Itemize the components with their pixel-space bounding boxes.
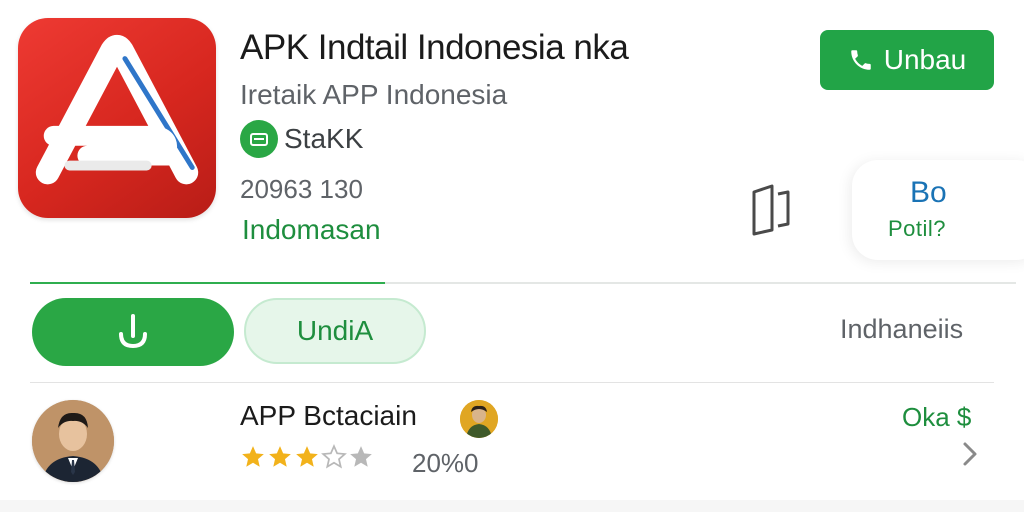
app-title: APK Indtail Indonesia nka	[240, 28, 629, 67]
star-filled-icon	[269, 446, 291, 467]
call-button-label: Unbau	[883, 44, 967, 75]
info-card[interactable]	[852, 160, 1024, 260]
download-count: 20963 130	[240, 174, 363, 204]
review-status: Oka $	[902, 402, 972, 432]
download-arrow-icon	[119, 314, 147, 349]
star-filled-icon	[242, 446, 264, 467]
info-card-subtitle: Potil?	[888, 216, 947, 241]
reviewer-mini-avatar	[460, 400, 498, 438]
phone-icon	[850, 50, 871, 70]
review-title: APP Bctaciain	[240, 400, 417, 431]
download-progress-bar	[30, 282, 1016, 284]
rating-stars	[240, 444, 374, 470]
bottom-strip	[0, 500, 1024, 512]
star-outline-icon	[321, 444, 347, 469]
avatar[interactable]	[32, 400, 114, 482]
info-card-title: Bo	[910, 176, 947, 209]
download-progress-fill	[30, 282, 385, 284]
star-empty-icon	[350, 446, 372, 467]
section-divider	[30, 382, 994, 383]
developer-badge-icon	[240, 120, 278, 158]
developer-name: StaKK	[284, 123, 364, 154]
app-subtitle: Iretaik APP Indonesia	[240, 79, 508, 110]
rating-text: 20%0	[412, 448, 479, 478]
download-button[interactable]	[32, 298, 234, 366]
star-filled-icon	[296, 446, 318, 467]
book-icon[interactable]	[748, 180, 796, 236]
language-label[interactable]: Indhaneiis	[840, 314, 963, 345]
developer-row[interactable]: StaKK	[240, 120, 363, 158]
call-button[interactable]: Unbau	[820, 30, 994, 90]
secondary-action-button[interactable]: UndiA	[244, 298, 426, 364]
chevron-right-icon[interactable]	[958, 438, 982, 470]
app-logo-icon	[18, 18, 216, 218]
region-label[interactable]: Indomasan	[242, 214, 381, 246]
